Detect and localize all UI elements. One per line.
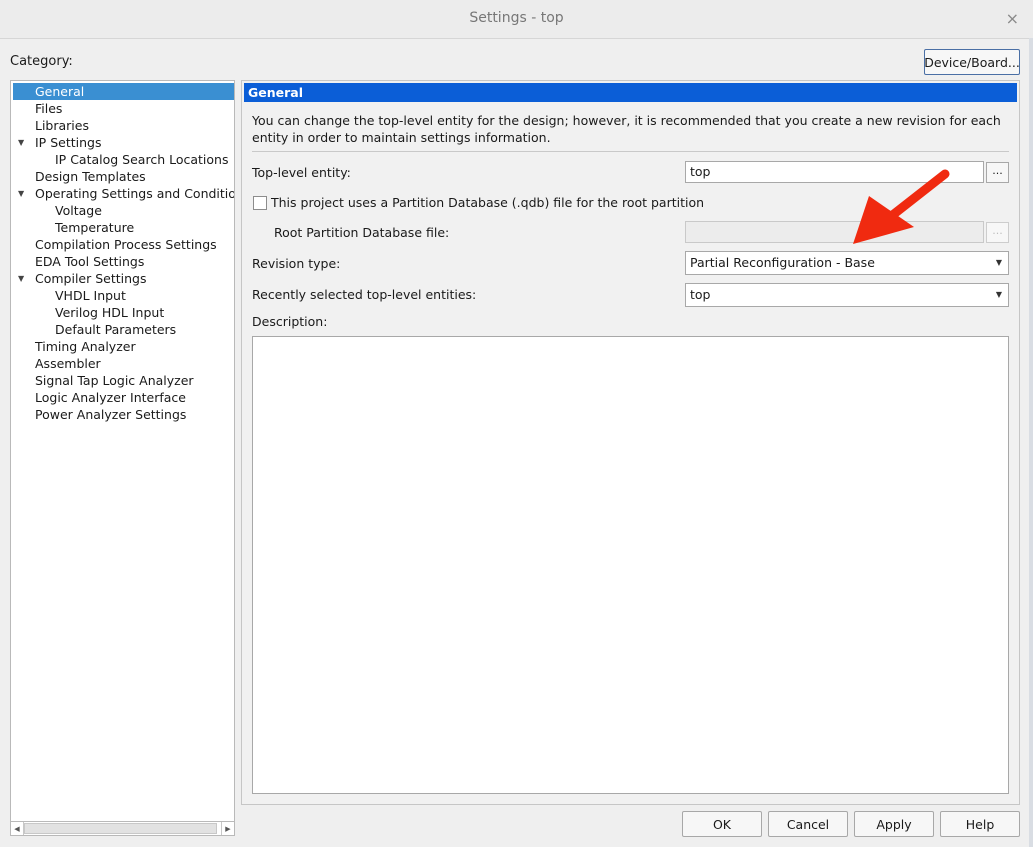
help-button[interactable]: Help bbox=[940, 811, 1020, 837]
ok-button[interactable]: OK bbox=[682, 811, 762, 837]
apply-button[interactable]: Apply bbox=[854, 811, 934, 837]
cancel-button[interactable]: Cancel bbox=[768, 811, 848, 837]
annotation-arrow-icon bbox=[853, 169, 950, 244]
